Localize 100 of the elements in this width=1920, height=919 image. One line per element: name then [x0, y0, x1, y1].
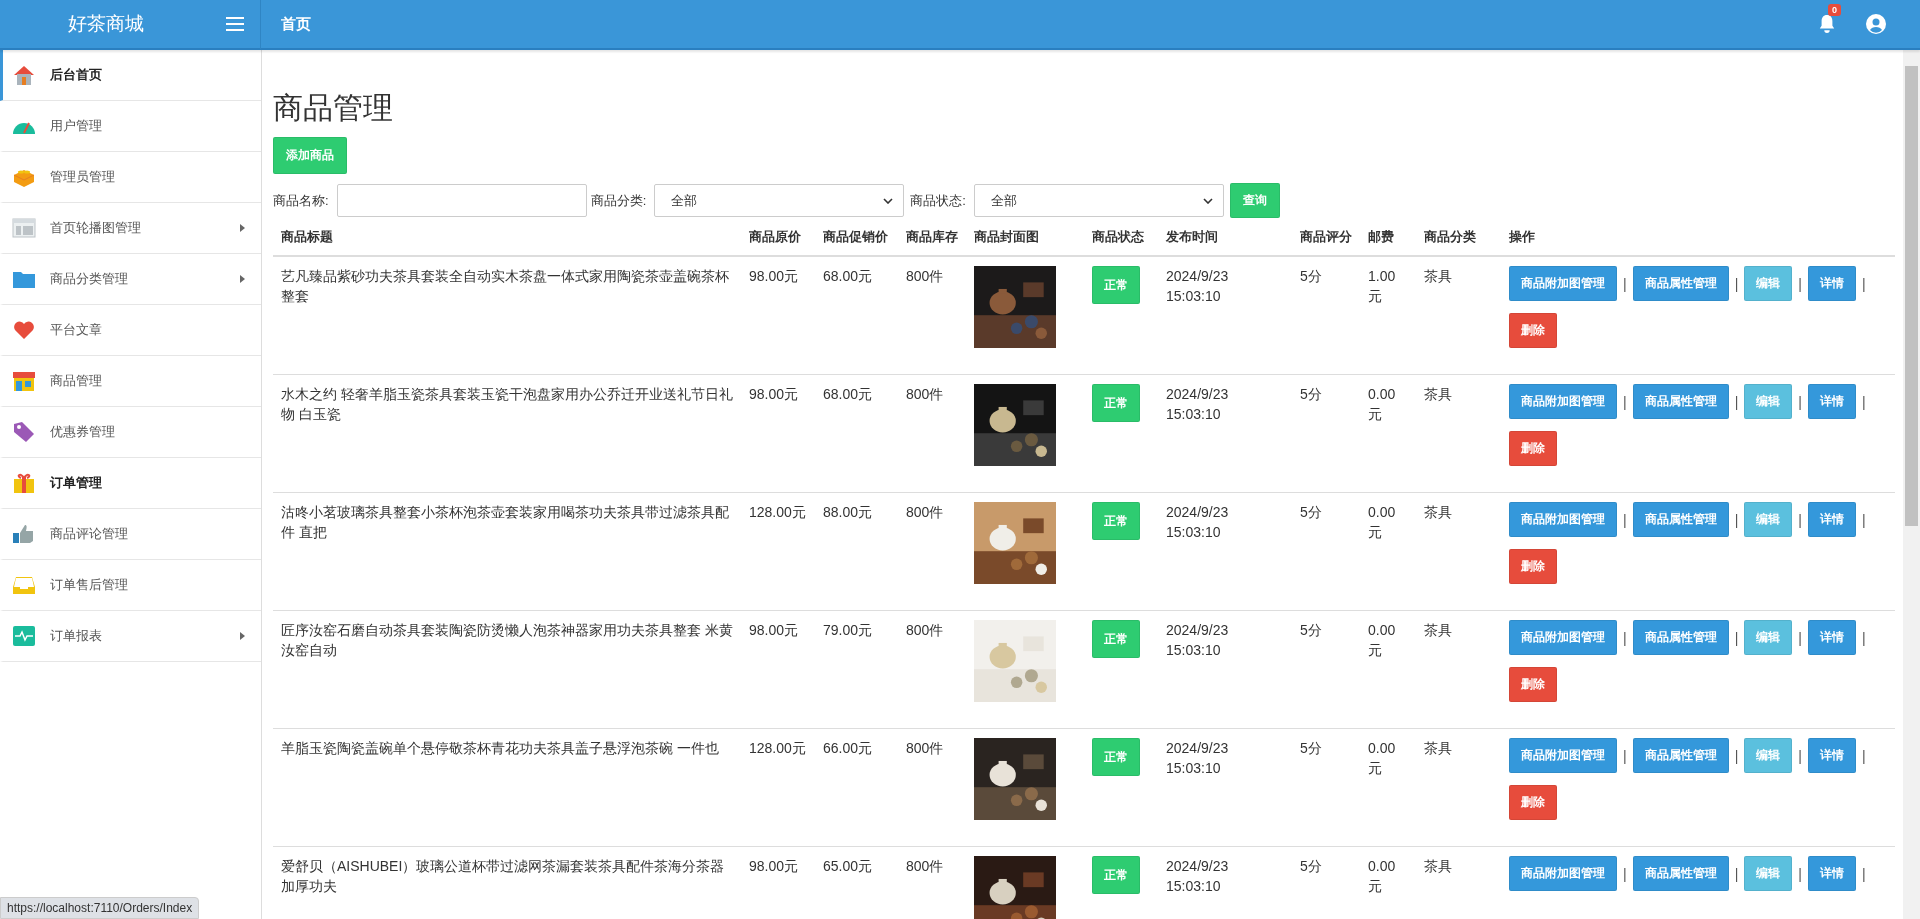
page-breadcrumb: 首页 [281, 14, 311, 34]
table-cell: 艺凡臻品紫砂功夫茶具套装全自动实木茶盘一体式家用陶瓷茶壶盖碗茶杯整套 [273, 256, 741, 375]
separator-text: | [1798, 628, 1802, 648]
sidebar-item[interactable]: 商品分类管理 [0, 254, 261, 305]
browser-window-icon [12, 216, 36, 240]
brand-title: 好茶商城 [68, 12, 144, 36]
status-tag: 正常 [1092, 620, 1140, 658]
table-cell: 5分 [1292, 492, 1360, 611]
sidebar-item[interactable]: 商品评论管理 [0, 509, 261, 560]
column-header: 商品库存 [898, 223, 966, 256]
separator-text: | [1734, 864, 1739, 884]
action-button[interactable]: 商品附加图管理 [1509, 856, 1617, 891]
separator-text: | [1861, 746, 1866, 766]
table-cell: 2024/9/23 15:03:10 [1158, 610, 1292, 729]
action-button[interactable]: 编辑 [1744, 738, 1793, 773]
action-button[interactable]: 编辑 [1744, 266, 1793, 301]
action-button[interactable]: 详情 [1807, 856, 1856, 891]
category-select[interactable]: 全部 [654, 184, 905, 217]
table-cell: 茶具 [1416, 492, 1501, 611]
table-cell: 128.00元 [741, 492, 815, 611]
table-cell: 0.00元 [1360, 492, 1416, 611]
table-cell: 茶具 [1416, 728, 1501, 847]
separator-text: | [1734, 392, 1739, 412]
status-select[interactable]: 全部 [973, 184, 1224, 217]
filter-label: 商品名称: [273, 191, 329, 210]
thumbs-up-icon [12, 522, 36, 546]
caret-icon [240, 224, 245, 232]
action-button[interactable]: 商品附加图管理 [1509, 266, 1617, 301]
table-cell: 98.00元 [741, 374, 815, 493]
table-cell: 68.00元 [815, 256, 898, 375]
action-button[interactable]: 商品附加图管理 [1509, 502, 1617, 537]
action-button[interactable]: 商品属性管理 [1632, 384, 1729, 419]
table-cell: 98.00元 [741, 610, 815, 729]
column-header: 商品标题 [273, 223, 741, 256]
house-icon [12, 63, 36, 87]
action-button[interactable]: 删除 [1509, 313, 1557, 348]
action-button[interactable]: 删除 [1509, 431, 1557, 466]
table-cell: 茶具 [1416, 256, 1501, 375]
action-button[interactable]: 编辑 [1744, 620, 1793, 655]
caret-icon [240, 632, 245, 640]
sidebar-item[interactable]: 用户管理 [0, 101, 261, 152]
action-button[interactable]: 商品属性管理 [1632, 266, 1729, 301]
search-button[interactable]: 查询 [1229, 183, 1280, 218]
table-cell: 2024/9/23 15:03:10 [1158, 728, 1292, 847]
separator-text: | [1861, 274, 1866, 294]
sidebar-item[interactable]: 首页轮播图管理 [0, 203, 261, 254]
action-button[interactable]: 详情 [1807, 502, 1856, 537]
action-button[interactable]: 详情 [1807, 384, 1856, 419]
menu-icon[interactable] [226, 17, 244, 31]
table-cell: 沽咚小茗玻璃茶具整套小茶杯泡茶壶套装家用喝茶功夫茶具带过滤茶具配件 直把 [273, 492, 741, 611]
column-header: 商品封面图 [966, 223, 1084, 256]
chevron-down-icon [883, 197, 894, 204]
action-button[interactable]: 商品属性管理 [1632, 620, 1729, 655]
sidebar-item[interactable]: 订单售后管理 [0, 560, 261, 611]
action-button[interactable]: 删除 [1509, 785, 1557, 820]
table-cell: 2024/9/23 15:03:10 [1158, 846, 1292, 919]
action-button[interactable]: 商品附加图管理 [1509, 620, 1617, 655]
action-button[interactable]: 编辑 [1744, 856, 1793, 891]
separator-text: | [1623, 628, 1627, 648]
filter-label: 商品状态: [910, 191, 966, 210]
table-cell: 65.00元 [815, 846, 898, 919]
column-header: 商品分类 [1416, 223, 1501, 256]
separator-text: | [1623, 392, 1627, 412]
action-button[interactable]: 商品附加图管理 [1509, 738, 1617, 773]
sidebar-item[interactable]: 优惠券管理 [0, 407, 261, 458]
tag-icon [12, 420, 36, 444]
user-avatar-icon[interactable] [1866, 14, 1886, 34]
sidebar-item[interactable]: 后台首页 [0, 50, 261, 101]
column-header: 商品原价 [741, 223, 815, 256]
table-cell: 0.00元 [1360, 610, 1416, 729]
table-cell: 98.00元 [741, 256, 815, 375]
separator-text: | [1861, 510, 1866, 530]
action-button[interactable]: 删除 [1509, 667, 1557, 702]
action-button[interactable]: 编辑 [1744, 384, 1793, 419]
separator-text: | [1861, 864, 1866, 884]
column-header: 发布时间 [1158, 223, 1292, 256]
sidebar-item[interactable]: 订单管理 [0, 458, 261, 509]
sidebar-item[interactable]: 管理员管理 [0, 152, 261, 203]
bell-icon[interactable] [1818, 14, 1836, 34]
action-button[interactable]: 编辑 [1744, 502, 1793, 537]
action-button[interactable]: 详情 [1807, 620, 1856, 655]
table-cell: 98.00元 [741, 846, 815, 919]
separator-text: | [1798, 864, 1802, 884]
sidebar-item[interactable]: 订单报表 [0, 611, 261, 662]
action-button[interactable]: 商品属性管理 [1632, 856, 1729, 891]
separator-text: | [1734, 746, 1739, 766]
action-button[interactable]: 商品属性管理 [1632, 502, 1729, 537]
add-product-button[interactable]: 添加商品 [273, 137, 347, 174]
action-button[interactable]: 商品附加图管理 [1509, 384, 1617, 419]
sidebar-item[interactable]: 商品管理 [0, 356, 261, 407]
action-button[interactable]: 详情 [1807, 266, 1856, 301]
scrollbar[interactable] [1903, 50, 1920, 919]
table-cell: 66.00元 [815, 728, 898, 847]
sidebar-item[interactable]: 平台文章 [0, 305, 261, 356]
table-cell: 5分 [1292, 610, 1360, 729]
action-button[interactable]: 商品属性管理 [1632, 738, 1729, 773]
action-button[interactable]: 删除 [1509, 549, 1557, 584]
action-button[interactable]: 详情 [1807, 738, 1856, 773]
table-cell: 800件 [898, 492, 966, 611]
product-name-field[interactable] [336, 184, 587, 217]
